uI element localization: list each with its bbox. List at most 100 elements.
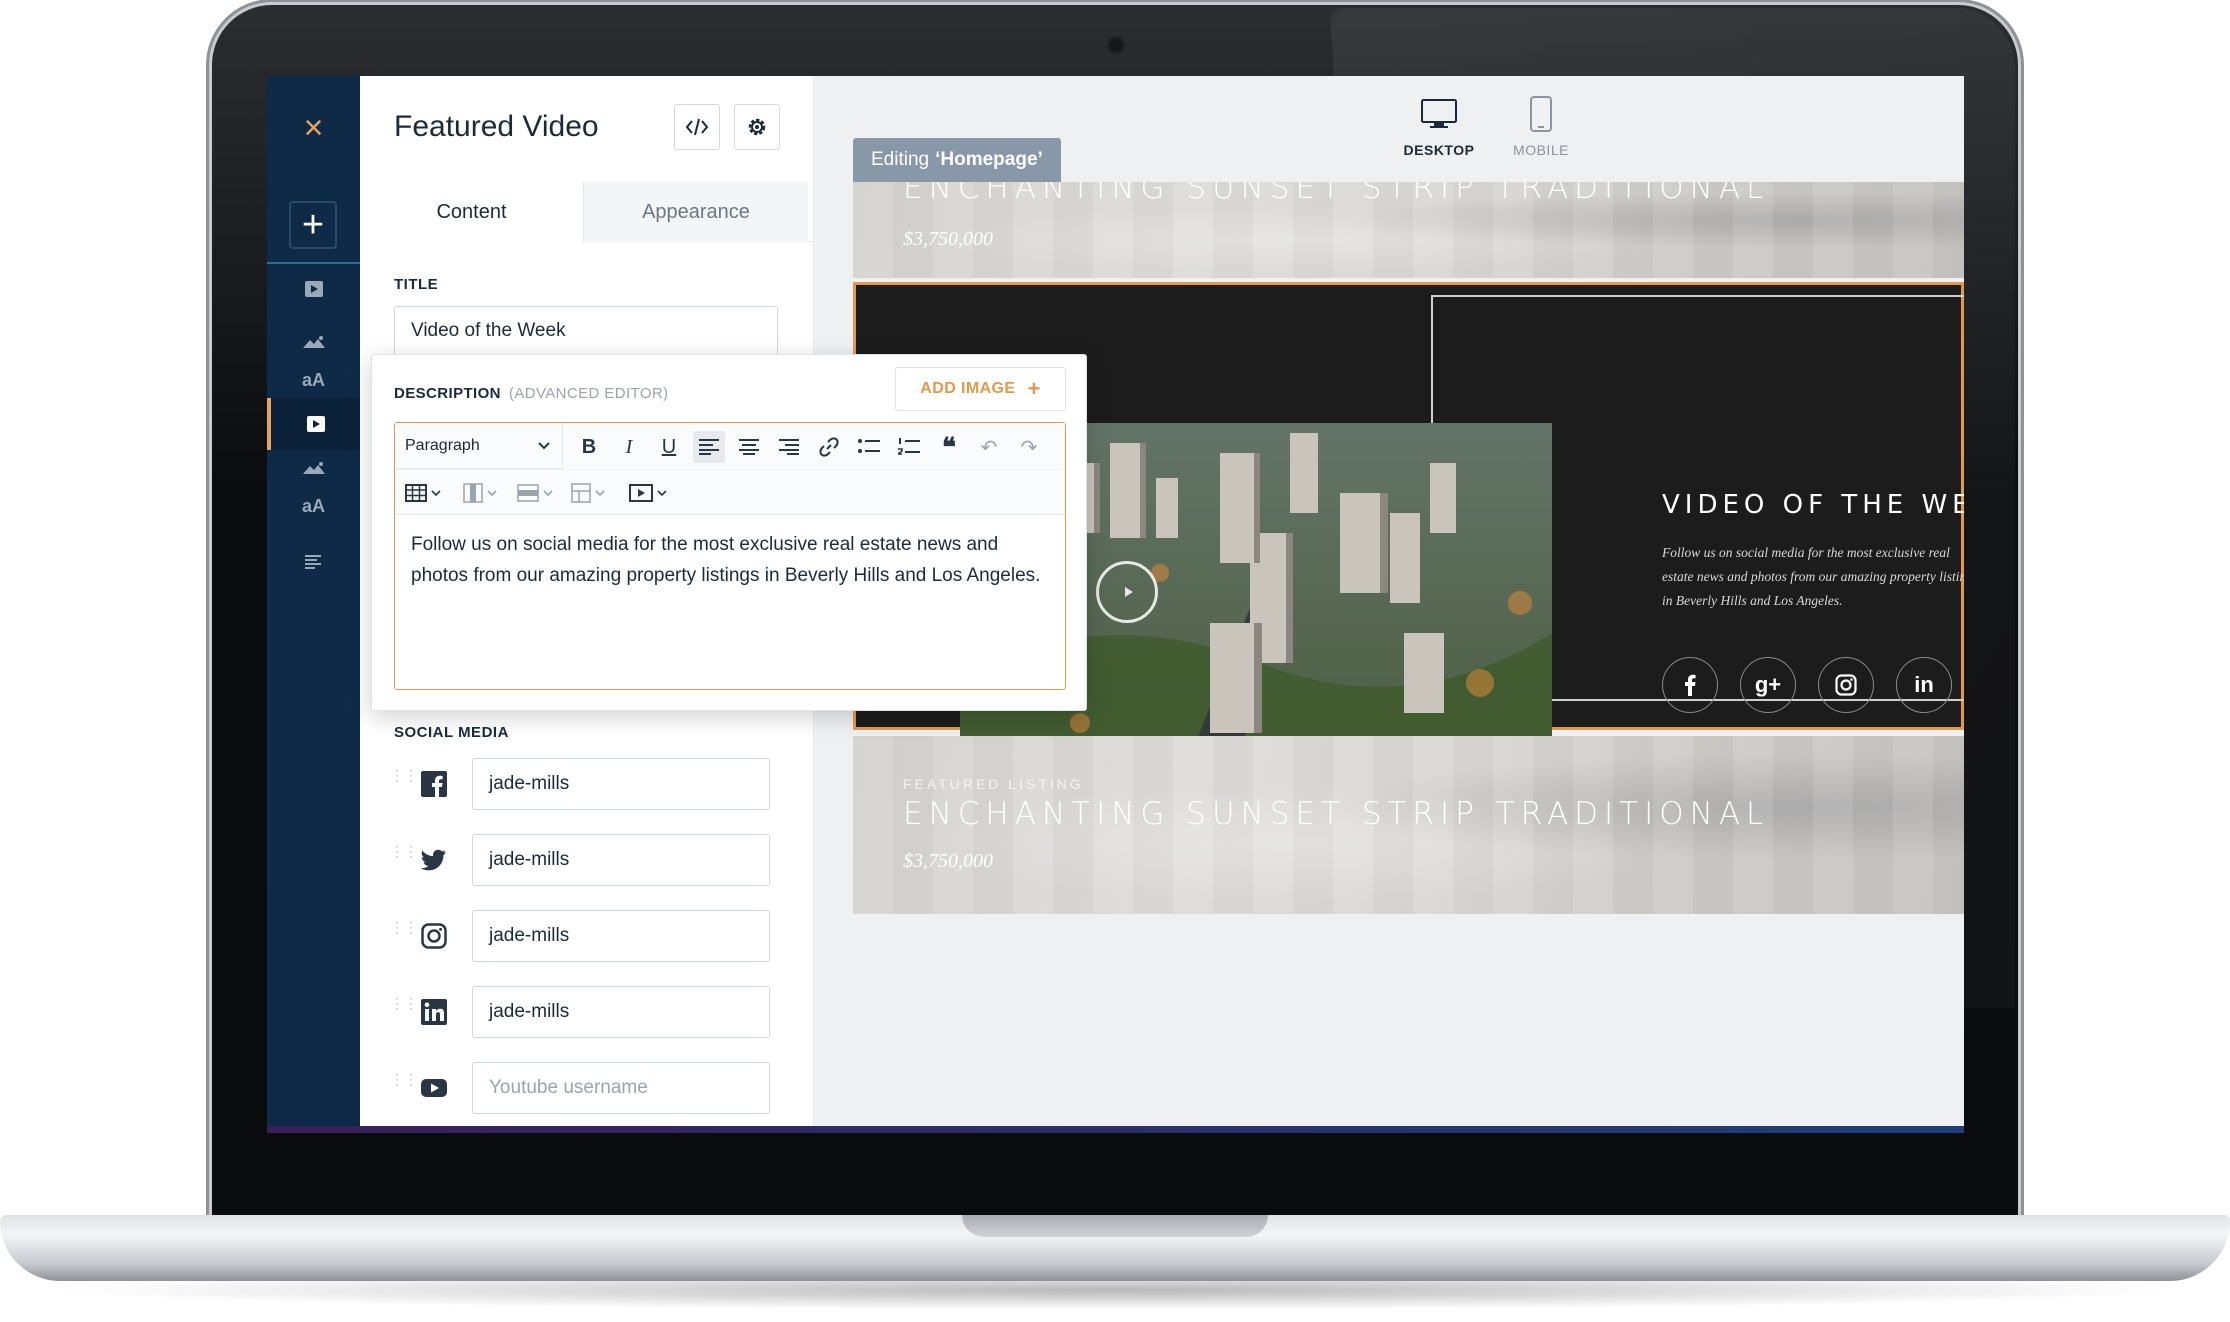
underline-icon: U [661, 435, 677, 458]
chevron-down-icon [538, 441, 550, 449]
text-align-icon [304, 555, 321, 569]
code-view-button[interactable] [674, 104, 720, 150]
drag-handle-icon[interactable]: ⋮⋮ [390, 1072, 418, 1100]
top-listing-section[interactable]: ENCHANTING SUNSET STRIP TRADITIONAL $3,7… [853, 182, 1964, 278]
icon-sidebar: × + aA aA [267, 76, 360, 1133]
tab-content[interactable]: Content [360, 182, 584, 243]
editor-toolbar-row-2 [395, 469, 1065, 515]
bullet-list-button[interactable] [853, 431, 885, 463]
undo-icon: ↶ [980, 436, 998, 459]
paragraph-format-value: Paragraph [405, 436, 480, 454]
chevron-down-icon [543, 490, 553, 496]
bold-button[interactable]: B [573, 431, 605, 463]
link-button[interactable] [813, 431, 845, 463]
device-mobile-tab[interactable]: MOBILE [1501, 96, 1581, 166]
device-desktop-tab[interactable]: DESKTOP [1399, 96, 1479, 166]
top-listing-title: ENCHANTING SUNSET STRIP TRADITIONAL [903, 182, 1770, 206]
featured-listing-section[interactable]: FEATURED LISTING ENCHANTING SUNSET STRIP… [853, 736, 1964, 914]
sidebar-item-typography-2[interactable]: aA [267, 480, 360, 532]
redo-button[interactable]: ↷ [1013, 431, 1045, 463]
underline-button[interactable]: U [653, 431, 685, 463]
description-sublabel: (ADVANCED EDITOR) [508, 385, 669, 402]
insert-media-button[interactable] [629, 478, 667, 508]
table-cell-icon [571, 483, 591, 503]
youtube-username-input[interactable]: Youtube username [472, 1062, 770, 1114]
code-icon [685, 118, 709, 136]
media-icon [629, 484, 653, 502]
italic-button[interactable]: I [613, 431, 645, 463]
app-screen: × + aA aA Featured Video Content Appeara… [267, 76, 1964, 1133]
twitter-username-input[interactable]: jade-mills [472, 834, 770, 886]
instagram-icon [420, 922, 448, 950]
instagram-username-input[interactable]: jade-mills [472, 910, 770, 962]
editing-page-name: ‘Homepage’ [935, 149, 1043, 170]
editing-badge: Editing ‘Homepage’ [853, 138, 1061, 182]
featured-listing-price: $3,750,000 [903, 850, 993, 872]
bullet-list-icon [858, 439, 880, 453]
device-mobile-label: MOBILE [1513, 142, 1569, 158]
linkedin-icon [420, 998, 448, 1026]
desktop-icon [1421, 96, 1457, 132]
paragraph-format-select[interactable]: Paragraph [395, 423, 563, 469]
title-label: TITLE [394, 276, 439, 293]
bold-icon: B [581, 435, 597, 458]
video-icon [306, 416, 325, 432]
numbered-list-button[interactable] [893, 431, 925, 463]
typography-icon: aA [301, 369, 325, 390]
blockquote-button[interactable]: ❝ [933, 431, 965, 463]
facebook-username-input[interactable]: jade-mills [472, 758, 770, 810]
instagram-icon[interactable] [1818, 657, 1874, 713]
tab-appearance[interactable]: Appearance [584, 182, 808, 242]
linkedin-glyph: in [1914, 672, 1934, 697]
undo-button[interactable]: ↶ [973, 431, 1005, 463]
linkedin-username-input[interactable]: jade-mills [472, 986, 770, 1038]
drag-handle-icon[interactable]: ⋮⋮ [390, 768, 418, 796]
social-row-facebook: ⋮⋮ jade-mills [390, 758, 810, 810]
video-icon [304, 281, 323, 297]
drag-handle-icon[interactable]: ⋮⋮ [390, 920, 418, 948]
description-label-text: DESCRIPTION [394, 385, 501, 402]
chevron-down-icon [487, 490, 497, 496]
numbered-list-icon [898, 438, 920, 455]
table-column-button[interactable] [463, 478, 497, 508]
social-row-twitter: ⋮⋮ jade-mills [390, 834, 810, 886]
description-label: DESCRIPTION (ADVANCED EDITOR) [394, 385, 669, 402]
add-image-label: ADD IMAGE [920, 380, 1016, 397]
table-row-icon [517, 484, 539, 502]
video-section-title: VIDEO OF THE WEE [1662, 490, 1964, 520]
panel-title: Featured Video [394, 110, 599, 143]
device-desktop-label: DESKTOP [1403, 142, 1475, 158]
play-button[interactable] [1096, 561, 1158, 623]
italic-icon: I [625, 435, 633, 458]
social-media-label: SOCIAL MEDIA [394, 724, 509, 741]
align-center-button[interactable] [733, 431, 765, 463]
add-section-button[interactable]: + [289, 201, 337, 249]
image-icon [302, 462, 325, 474]
linkedin-icon[interactable]: in [1896, 657, 1952, 713]
rich-text-editor: Paragraph B I U ❝ ↶ ↷ Follow us on socia… [394, 422, 1066, 690]
title-input[interactable]: Video of the Week [394, 306, 778, 356]
redo-icon: ↷ [1020, 436, 1038, 459]
table-row-button[interactable] [517, 478, 553, 508]
camera-icon [1107, 36, 1125, 54]
google-plus-icon[interactable]: g+ [1740, 657, 1796, 713]
drag-handle-icon[interactable]: ⋮⋮ [390, 996, 418, 1024]
social-row-linkedin: ⋮⋮ jade-mills [390, 986, 810, 1038]
align-left-button[interactable] [693, 431, 725, 463]
insert-table-button[interactable] [405, 478, 441, 508]
facebook-icon[interactable] [1662, 657, 1718, 713]
settings-button[interactable] [734, 104, 780, 150]
description-text[interactable]: Follow us on social media for the most e… [411, 529, 1051, 591]
top-listing-price: $3,750,000 [903, 228, 993, 250]
align-right-button[interactable] [773, 431, 805, 463]
add-image-button[interactable]: ADD IMAGE + [895, 367, 1066, 411]
link-icon [819, 437, 839, 457]
chevron-down-icon [431, 490, 441, 496]
editor-toolbar: Paragraph B I U ❝ ↶ ↷ [395, 423, 1065, 515]
table-cell-button[interactable] [571, 478, 605, 508]
drag-handle-icon[interactable]: ⋮⋮ [390, 844, 418, 872]
social-row-instagram: ⋮⋮ jade-mills [390, 910, 810, 962]
sidebar-item-text[interactable] [267, 536, 360, 588]
sidebar-item-video[interactable] [267, 262, 360, 314]
close-icon[interactable]: × [267, 76, 360, 181]
